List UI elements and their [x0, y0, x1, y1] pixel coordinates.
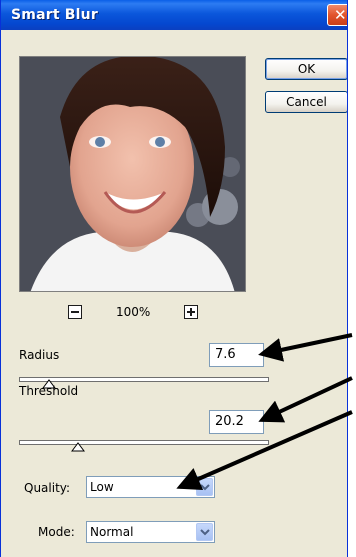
- arrow-to-radius: [258, 333, 353, 362]
- arrow-to-threshold: [258, 376, 353, 423]
- annotation-arrows: [176, 333, 353, 491]
- arrow-to-quality: [176, 410, 353, 491]
